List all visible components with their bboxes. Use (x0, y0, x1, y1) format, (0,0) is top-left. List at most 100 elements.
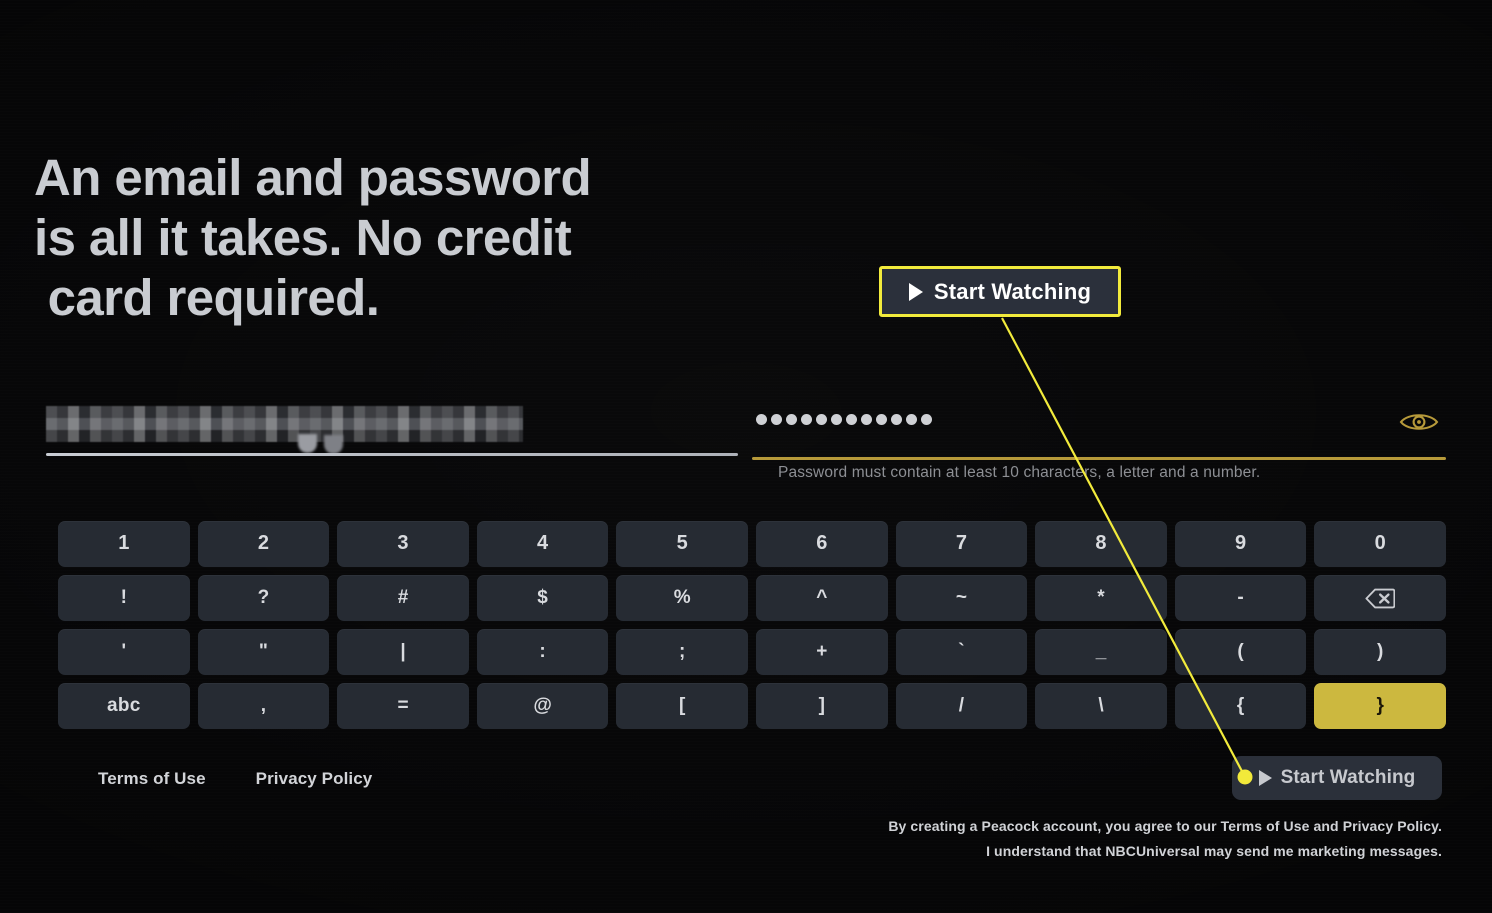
key-hyphen[interactable]: - (1174, 575, 1307, 621)
on-screen-keyboard[interactable]: 1 2 3 4 5 6 7 8 9 0!? # $% ^ ~ * - ' " |:; + ` _ () abc, = @ [] / \ {… (58, 521, 1446, 737)
key-asterisk[interactable]: * (1035, 575, 1167, 621)
key-label: 2 (257, 532, 269, 554)
key-bracket-close[interactable]: ] (756, 683, 888, 729)
key-brace-close[interactable]: } (1314, 683, 1446, 729)
legal-disclaimer: By creating a Peacock account, you agree… (888, 814, 1442, 864)
password-dot (891, 414, 902, 425)
keyboard-row: !? # $% ^ ~ * - (58, 575, 1446, 621)
key-label: - (1237, 586, 1244, 608)
key-7[interactable]: 7 (895, 521, 1028, 567)
key-paren-close[interactable]: ) (1314, 629, 1446, 675)
key-bracket-open[interactable]: [ (616, 683, 748, 729)
password-dot (876, 414, 887, 425)
legal-line-1: By creating a Peacock account, you agree… (888, 818, 1442, 834)
password-field[interactable]: Password must contain at least 10 charac… (752, 400, 1446, 500)
password-field-underline (752, 457, 1446, 460)
keyboard-row: ' " |:; + ` _ () (58, 629, 1446, 675)
password-masked-value (756, 414, 932, 425)
key-label: ( (1237, 640, 1244, 662)
key-5[interactable]: 5 (616, 521, 748, 567)
key-quote[interactable]: " (197, 629, 330, 675)
key-semicolon[interactable]: ; (616, 629, 748, 675)
key-exclaim[interactable]: ! (58, 575, 190, 621)
key-label: 0 (1374, 532, 1386, 554)
key-2[interactable]: 2 (197, 521, 330, 567)
key-label: ` (958, 640, 965, 662)
password-dot (771, 414, 782, 425)
key-label: \ (1098, 694, 1104, 716)
key-label: : (539, 640, 546, 662)
keyboard-row: 1 2 3 4 5 6 7 8 9 0 (58, 521, 1446, 567)
start-watching-label: Start Watching (1280, 767, 1416, 788)
key-label: 5 (676, 532, 688, 554)
key-underscore[interactable]: _ (1035, 629, 1167, 675)
key-label: { (1236, 694, 1245, 716)
key-6[interactable]: 6 (756, 521, 888, 567)
page-headline: An email and password is all it takes. N… (34, 148, 674, 328)
key-label: 4 (537, 532, 549, 554)
key-label: } (1376, 694, 1384, 716)
email-redacted-value (46, 406, 523, 442)
key-4[interactable]: 4 (476, 521, 609, 567)
key-label: " (258, 640, 268, 662)
start-watching-button[interactable]: Start Watching (1232, 756, 1442, 800)
key-hash[interactable]: # (337, 575, 469, 621)
key-brace-open[interactable]: { (1174, 683, 1307, 729)
annotation-callout: Start Watching (879, 266, 1121, 317)
show-password-eye-icon[interactable] (1398, 408, 1440, 436)
key-pipe[interactable]: | (337, 629, 469, 675)
key-label: ~ (955, 586, 967, 608)
key-label: ] (818, 694, 825, 716)
key-label: [ (679, 694, 686, 716)
key-label: abc (106, 694, 141, 716)
password-dot (816, 414, 827, 425)
key-8[interactable]: 8 (1035, 521, 1167, 567)
key-percent[interactable]: % (616, 575, 748, 621)
key-at[interactable]: @ (476, 683, 609, 729)
keyboard-row: abc, = @ [] / \ {} (58, 683, 1446, 729)
signup-form: Password must contain at least 10 charac… (0, 395, 1492, 495)
email-field-underline (46, 453, 738, 456)
key-label: ? (257, 586, 270, 608)
headline-line-2: is all it takes. No credit (34, 209, 572, 266)
key-label: 6 (816, 532, 828, 554)
key-label: # (397, 586, 409, 608)
key-paren-open[interactable]: ( (1174, 629, 1307, 675)
key-apostrophe[interactable]: ' (58, 629, 190, 675)
key-label: _ (1095, 640, 1107, 662)
key-plus[interactable]: + (756, 629, 888, 675)
key-label: | (400, 640, 406, 662)
key-comma[interactable]: , (197, 683, 330, 729)
key-0[interactable]: 0 (1314, 521, 1446, 567)
key-9[interactable]: 9 (1174, 521, 1307, 567)
privacy-policy-link[interactable]: Privacy Policy (256, 769, 373, 789)
key-label: 9 (1235, 532, 1247, 554)
terms-of-use-link[interactable]: Terms of Use (98, 769, 206, 789)
key-tilde[interactable]: ~ (895, 575, 1028, 621)
key-equals[interactable]: = (337, 683, 469, 729)
key-label: ; (679, 640, 686, 662)
key-caret[interactable]: ^ (756, 575, 888, 621)
tv-signup-screen: An email and password is all it takes. N… (0, 0, 1492, 913)
password-dot (861, 414, 872, 425)
key-dollar[interactable]: $ (476, 575, 609, 621)
key-abc[interactable]: abc (58, 683, 190, 729)
key-label: = (397, 694, 409, 716)
key-backslash[interactable]: \ (1035, 683, 1167, 729)
key-3[interactable]: 3 (337, 521, 469, 567)
key-label: ! (120, 586, 127, 608)
key-slash[interactable]: / (895, 683, 1028, 729)
key-backspace[interactable] (1314, 575, 1446, 621)
key-label: , (260, 694, 267, 716)
key-label: 1 (118, 532, 130, 554)
key-colon[interactable]: : (476, 629, 609, 675)
key-label: ^ (816, 586, 828, 608)
key-backtick[interactable]: ` (895, 629, 1028, 675)
legal-line-2: I understand that NBCUniversal may send … (986, 843, 1442, 859)
key-question[interactable]: ? (197, 575, 330, 621)
password-dot (756, 414, 767, 425)
key-label: @ (533, 694, 552, 716)
key-label: $ (537, 586, 548, 608)
email-field[interactable] (46, 400, 738, 462)
key-1[interactable]: 1 (58, 521, 190, 567)
